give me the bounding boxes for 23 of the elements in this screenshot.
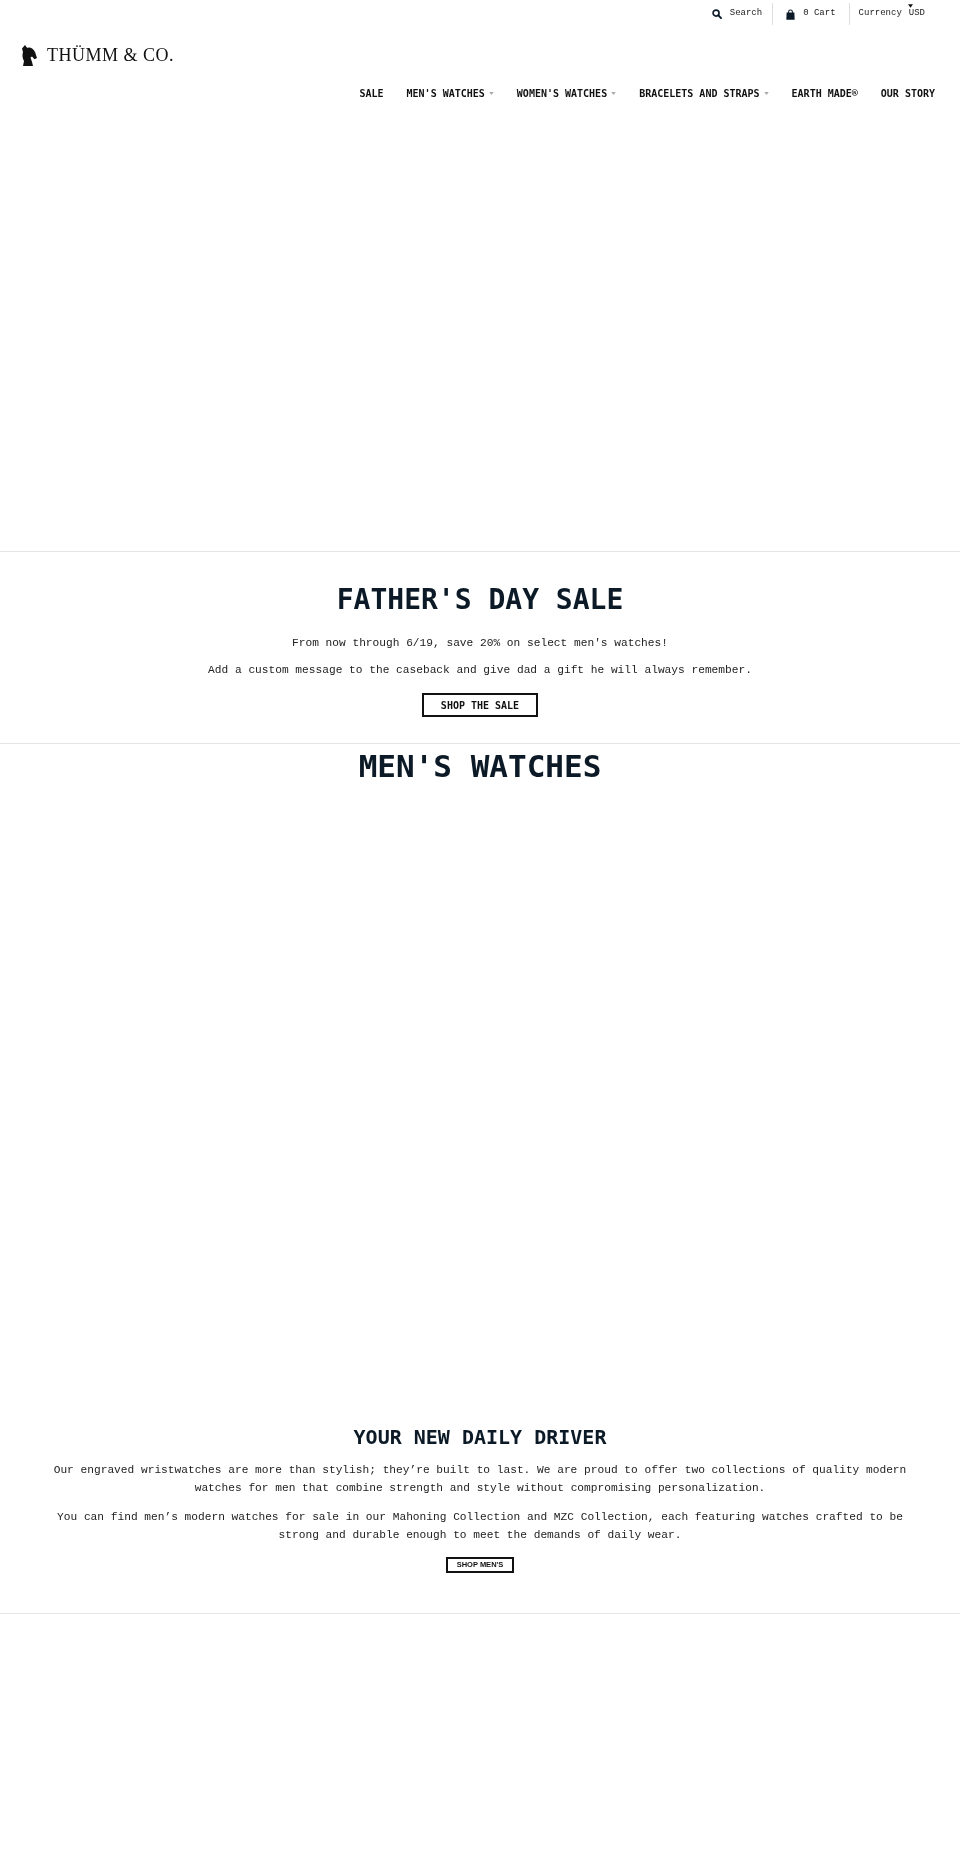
nav-link[interactable]: EARTH MADE® bbox=[791, 85, 858, 101]
nav-link[interactable]: BRACELETS AND STRAPS bbox=[639, 85, 769, 101]
body-text: Our engraved wristwatches are more than stylish; they’re built to last. We are proud to offer two collections of quality modern watches for men that combine strength and style without compromising personalization. bbox=[52, 1463, 908, 1496]
promo-text: From now through 6/19, save 20% on select men's watches! bbox=[292, 636, 668, 651]
search-button[interactable]: Search bbox=[701, 7, 773, 21]
body-text: You can find men’s modern watches for sale in our Mahoning Collection and MZC Collection, each featuring watches crafted to be strong and durable enough to meet the demands of daily wear. bbox=[56, 1510, 904, 1543]
nav-link[interactable]: SALE bbox=[359, 85, 384, 101]
cart-button[interactable]: 0 Cart bbox=[773, 7, 849, 21]
search-icon bbox=[711, 9, 722, 19]
nav-link[interactable]: MEN'S WATCHES bbox=[406, 85, 494, 101]
promo-text: Add a custom message to the caseback and give dad a gift he will always remember. bbox=[208, 663, 752, 678]
caret-icon bbox=[907, 4, 913, 9]
subheading: YOUR NEW DAILY DRIVER bbox=[353, 1425, 607, 1449]
section-heading: FATHER'S DAY SALE bbox=[336, 583, 624, 617]
horse-head-icon bbox=[20, 44, 37, 66]
currency-select[interactable]: USD bbox=[907, 7, 925, 21]
shop-sale-button[interactable]: SHOP THE SALE bbox=[422, 693, 538, 717]
nav-link[interactable]: WOMEN'S WATCHES bbox=[516, 85, 617, 101]
shopping-bag-icon bbox=[786, 8, 796, 20]
section-heading: MEN'S WATCHES bbox=[358, 748, 602, 784]
logo-wordmark[interactable]: THÜMM & CO. bbox=[47, 44, 174, 66]
currency-label: Currency bbox=[857, 7, 902, 21]
nav-link[interactable]: OUR STORY bbox=[880, 85, 935, 101]
